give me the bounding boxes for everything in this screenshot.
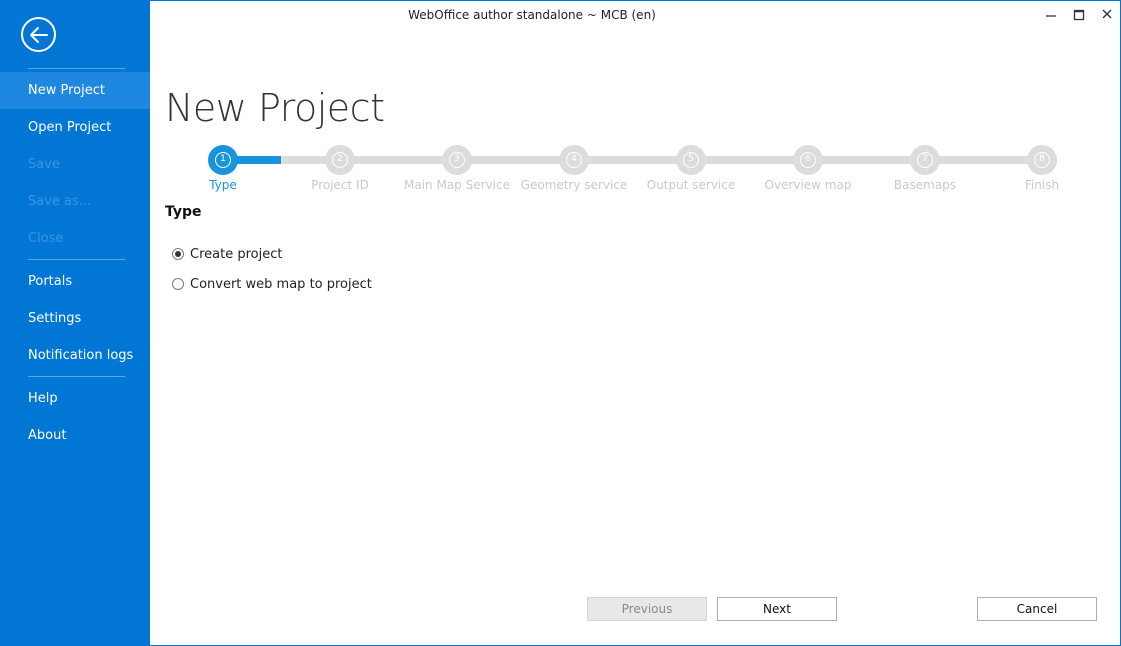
sidebar-item-new-project[interactable]: New Project [0, 72, 150, 109]
sidebar-item-settings[interactable]: Settings [0, 300, 150, 337]
sidebar-item-open-project[interactable]: Open Project [0, 109, 150, 146]
step-main-map-service[interactable]: 3 Main Map Service [397, 145, 517, 192]
back-button[interactable] [21, 17, 56, 52]
step-number: 4 [566, 152, 582, 168]
radio-button[interactable] [172, 278, 184, 290]
step-indicator: 7 [910, 145, 940, 175]
step-indicator: 2 [325, 145, 355, 175]
step-indicator: 8 [1027, 145, 1057, 175]
arrow-left-icon [30, 27, 48, 43]
previous-button[interactable]: Previous [587, 597, 707, 621]
maximize-icon [1073, 9, 1085, 21]
step-type[interactable]: 1 Type [163, 145, 283, 192]
sidebar: New Project Open Project Save Save as...… [0, 0, 150, 646]
step-number: 5 [683, 152, 699, 168]
close-window-button[interactable] [1097, 6, 1117, 24]
sidebar-item-close[interactable]: Close [0, 220, 150, 257]
cancel-button[interactable]: Cancel [977, 597, 1097, 621]
step-label: Type [209, 178, 237, 192]
option-convert-web-map[interactable]: Convert web map to project [172, 274, 372, 294]
step-number: 6 [800, 152, 816, 168]
sidebar-item-about[interactable]: About [0, 417, 150, 454]
step-label: Basemaps [893, 178, 957, 192]
sidebar-item-save-as[interactable]: Save as... [0, 183, 150, 220]
step-label: Output service [646, 178, 736, 192]
step-number: 1 [215, 152, 231, 168]
step-number: 2 [332, 152, 348, 168]
sidebar-divider [28, 259, 125, 260]
section-title: Type [165, 204, 202, 220]
sidebar-item-help[interactable]: Help [0, 380, 150, 417]
next-button[interactable]: Next [717, 597, 837, 621]
step-basemaps[interactable]: 7 Basemaps [865, 145, 985, 192]
close-icon [1102, 9, 1112, 19]
step-project-id[interactable]: 2 Project ID [280, 145, 400, 192]
step-number: 8 [1034, 152, 1050, 168]
minimize-button[interactable] [1041, 6, 1061, 24]
step-indicator: 4 [559, 145, 589, 175]
option-label: Create project [190, 246, 283, 262]
sidebar-item-save[interactable]: Save [0, 146, 150, 183]
step-indicator: 3 [442, 145, 472, 175]
sidebar-divider [28, 68, 125, 69]
sidebar-item-portals[interactable]: Portals [0, 263, 150, 300]
step-label: Geometry service [520, 178, 628, 192]
minimize-icon [1046, 15, 1056, 17]
step-indicator: 5 [676, 145, 706, 175]
option-create-project[interactable]: Create project [172, 244, 282, 264]
step-overview-map[interactable]: 6 Overview map [748, 145, 868, 192]
wizard-stepper: 1 Type 2 Project ID 3 Main Map Service 4… [165, 145, 1105, 195]
radio-button[interactable] [172, 248, 184, 260]
option-label: Convert web map to project [190, 276, 372, 292]
sidebar-item-notification-logs[interactable]: Notification logs [0, 337, 150, 374]
step-indicator: 1 [208, 145, 238, 175]
maximize-button[interactable] [1069, 6, 1089, 24]
step-output-service[interactable]: 5 Output service [631, 145, 751, 192]
step-number: 3 [449, 152, 465, 168]
step-label: Overview map [764, 178, 852, 192]
step-label: Project ID [311, 178, 369, 192]
step-label: Main Map Service [404, 178, 510, 192]
sidebar-divider [28, 376, 125, 377]
step-geometry-service[interactable]: 4 Geometry service [514, 145, 634, 192]
step-number: 7 [917, 152, 933, 168]
window-title: WebOffice author standalone ~ MCB (en) [408, 8, 656, 22]
page-title: New Project [165, 86, 385, 130]
step-indicator: 6 [793, 145, 823, 175]
step-finish[interactable]: 8 Finish [982, 145, 1102, 192]
step-label: Finish [1024, 178, 1060, 192]
